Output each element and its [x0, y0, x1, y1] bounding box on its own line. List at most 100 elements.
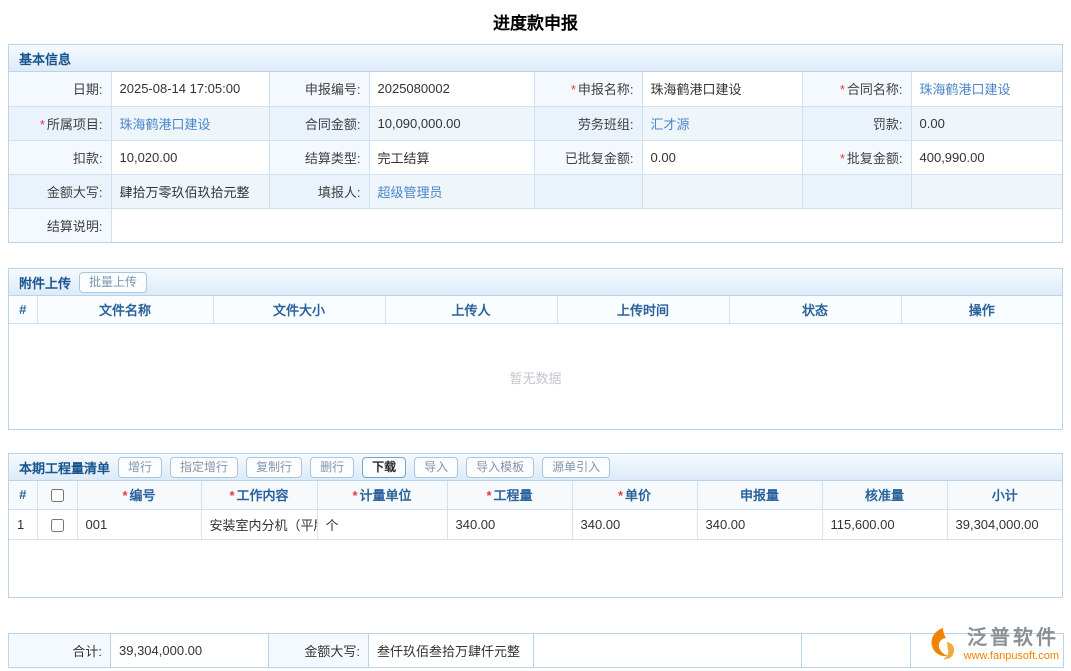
contract-name-link[interactable]: 珠海鹤港口建设 — [920, 82, 1011, 97]
basic-info-title: 基本信息 — [19, 49, 71, 68]
quantity-list-header: 本期工程量清单 增行 指定增行 复制行 删行 下载 导入 导入模板 源单引入 — [9, 454, 1062, 481]
row-quantity[interactable]: 340.00 — [447, 509, 572, 539]
col-uploader: 上传人 — [385, 296, 557, 323]
import-template-button[interactable]: 导入模板 — [466, 457, 534, 478]
filler-link[interactable]: 超级管理员 — [378, 185, 443, 200]
field-approved-done-amount-value-text: 0.00 — [651, 150, 676, 165]
assign-add-row-button[interactable]: 指定增行 — [170, 457, 238, 478]
row-subtotal: 39,304,000.00 — [947, 509, 1062, 539]
col-unit-price: *单价 — [572, 481, 697, 509]
field-declaration-name-label: *申报名称: — [534, 72, 642, 106]
field-penalty-value-text: 0.00 — [920, 116, 945, 131]
field-declaration-no-value-text: 2025080002 — [378, 81, 450, 96]
row-work-content[interactable]: 安装室内分机（平层... — [201, 509, 317, 539]
field-settlement-type-label-text: 结算类型: — [305, 151, 361, 166]
field-contract-amount-label: 合同金额: — [269, 106, 369, 140]
field-penalty-value: 0.00 — [911, 106, 1062, 140]
batch-upload-button[interactable]: 批量上传 — [79, 272, 147, 293]
row-checkbox[interactable] — [51, 519, 64, 532]
summary-amount-words-value: 叁仟玖佰叁拾万肆仟元整 — [369, 634, 534, 668]
attachments-header-row: # 文件名称 文件大小 上传人 上传时间 状态 操作 — [9, 296, 1062, 323]
required-mark: * — [352, 488, 357, 503]
total-value: 39,304,000.00 — [111, 634, 269, 668]
col-actions: 操作 — [901, 296, 1062, 323]
row-code[interactable]: 001 — [77, 509, 201, 539]
field-penalty-label-text: 罚款: — [873, 117, 903, 132]
empty-summary-cell — [534, 634, 802, 668]
quantity-data-row: 1 001 安装室内分机（平层... 个 340.00 340.00 340.0… — [9, 509, 1062, 539]
field-approval-amount-value-text: 400,990.00 — [920, 150, 985, 165]
fanpu-logo-icon — [927, 626, 959, 662]
field-amount-words-label: 金额大写: — [9, 174, 111, 208]
col-code-text: 编号 — [130, 488, 156, 503]
row-unit[interactable]: 个 — [317, 509, 447, 539]
field-project-value: 珠海鹤港口建设 — [111, 106, 269, 140]
field-penalty-label: 罚款: — [802, 106, 911, 140]
col-approved-qty-text: 核准量 — [865, 488, 904, 503]
field-project-label: *所属项目: — [9, 106, 111, 140]
total-label: 合计: — [9, 634, 111, 668]
field-settlement-note-label: 结算说明: — [9, 208, 111, 242]
empty-value-cell — [911, 174, 1062, 208]
brand-name: 泛普软件 — [967, 626, 1059, 650]
brand-url: www.fanpusoft.com — [964, 650, 1059, 663]
row-declared-qty[interactable]: 340.00 — [697, 509, 822, 539]
empty-value-cell — [642, 174, 802, 208]
field-declaration-no-label: 申报编号: — [269, 72, 369, 106]
delete-row-button[interactable]: 删行 — [310, 457, 354, 478]
required-mark: * — [40, 117, 45, 132]
field-contract-amount-value: 10,090,000.00 — [369, 106, 534, 140]
required-mark: * — [486, 488, 491, 503]
field-labor-team-label-text: 劳务班组: — [578, 117, 634, 132]
download-button[interactable]: 下载 — [362, 457, 406, 478]
col-approved-qty: 核准量 — [822, 481, 947, 509]
field-contract-name-label: *合同名称: — [802, 72, 911, 106]
field-deduction-label-text: 扣款: — [73, 151, 103, 166]
field-amount-words-value-text: 肆拾万零玖佰玖拾元整 — [120, 185, 250, 200]
row-approved-qty: 115,600.00 — [822, 509, 947, 539]
field-approved-done-amount-label-text: 已批复金额: — [565, 151, 634, 166]
basic-info-row: 日期: 2025-08-14 17:05:00 申报编号: 2025080002… — [9, 72, 1062, 106]
col-subtotal-text: 小计 — [992, 488, 1018, 503]
required-mark: * — [618, 488, 623, 503]
field-declaration-name-value-text: 珠海鹤港口建设 — [651, 82, 742, 97]
attachments-title: 附件上传 — [19, 273, 71, 292]
row-unit-price[interactable]: 340.00 — [572, 509, 697, 539]
field-deduction-value: 10,020.00 — [111, 140, 269, 174]
field-approval-amount-value: 400,990.00 — [911, 140, 1062, 174]
select-all-checkbox[interactable] — [51, 489, 64, 502]
field-amount-words-value: 肆拾万零玖佰玖拾元整 — [111, 174, 269, 208]
fanpu-logo: 泛普软件 www.fanpusoft.com — [927, 626, 1059, 663]
row-select-cell — [37, 509, 77, 539]
col-index: # — [9, 296, 37, 323]
col-file-name: 文件名称 — [37, 296, 213, 323]
field-contract-amount-label-text: 合同金额: — [305, 117, 361, 132]
field-filler-value: 超级管理员 — [369, 174, 534, 208]
col-quantity-text: 工程量 — [494, 488, 533, 503]
import-button[interactable]: 导入 — [414, 457, 458, 478]
field-approved-done-amount-label: 已批复金额: — [534, 140, 642, 174]
quantity-header-row: # *编号 *工作内容 *计量单位 *工程量 *单价 申报量 核准量 小计 — [9, 481, 1062, 509]
field-settlement-type-label: 结算类型: — [269, 140, 369, 174]
col-upload-time: 上传时间 — [557, 296, 729, 323]
field-date-label-text: 日期: — [73, 82, 103, 97]
required-mark: * — [122, 488, 127, 503]
add-row-button[interactable]: 增行 — [118, 457, 162, 478]
field-approved-done-amount-value: 0.00 — [642, 140, 802, 174]
field-settlement-type-value: 完工结算 — [369, 140, 534, 174]
field-declaration-no-label-text: 申报编号: — [305, 82, 361, 97]
col-quantity: *工程量 — [447, 481, 572, 509]
labor-team-link[interactable]: 汇才源 — [651, 117, 690, 132]
quantity-table: # *编号 *工作内容 *计量单位 *工程量 *单价 申报量 核准量 小计 1 … — [9, 481, 1062, 540]
summary-table: 合计: 39,304,000.00 金额大写: 叁仟玖佰叁拾万肆仟元整 — [8, 633, 1064, 668]
col-subtotal: 小计 — [947, 481, 1062, 509]
empty-label-cell — [534, 174, 642, 208]
basic-info-row: *所属项目: 珠海鹤港口建设 合同金额: 10,090,000.00 劳务班组:… — [9, 106, 1062, 140]
copy-row-button[interactable]: 复制行 — [246, 457, 302, 478]
project-link[interactable]: 珠海鹤港口建设 — [120, 117, 211, 132]
source-import-button[interactable]: 源单引入 — [542, 457, 610, 478]
basic-info-section: 基本信息 日期: 2025-08-14 17:05:00 申报编号: 20250… — [8, 44, 1063, 243]
required-mark: * — [571, 82, 576, 97]
summary-amount-words-label: 金额大写: — [269, 634, 369, 668]
col-unit: *计量单位 — [317, 481, 447, 509]
